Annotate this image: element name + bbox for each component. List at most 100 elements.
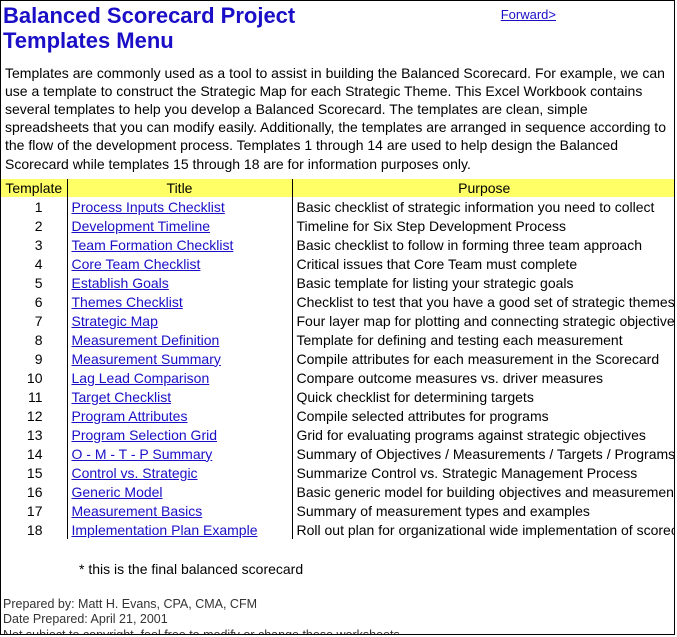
template-title-cell: Core Team Checklist xyxy=(67,254,292,273)
templates-table: Template Title Purpose 1 Process Inputs C… xyxy=(1,179,675,539)
prepared-by: Prepared by: Matt H. Evans, CPA, CMA, CF… xyxy=(3,597,674,613)
template-title-cell: Program Selection Grid xyxy=(67,425,292,444)
template-purpose: Grid for evaluating programs against str… xyxy=(292,425,675,444)
template-title-cell: Team Formation Checklist xyxy=(67,235,292,254)
template-number: 12 xyxy=(1,406,67,425)
header-row: Balanced Scorecard Project Templates Men… xyxy=(1,1,674,54)
template-number: 10 xyxy=(1,368,67,387)
template-link[interactable]: Implementation Plan Example xyxy=(72,522,258,538)
template-number: 9 xyxy=(1,349,67,368)
template-link[interactable]: Target Checklist xyxy=(72,389,172,405)
table-row: 3 Team Formation Checklist Basic checklist… xyxy=(1,235,675,254)
template-link[interactable]: Process Inputs Checklist xyxy=(72,199,225,215)
template-title-cell: Lag Lead Comparison xyxy=(67,368,292,387)
table-row: 7 Strategic Map Four layer map for plottin… xyxy=(1,311,675,330)
template-link[interactable]: Team Formation Checklist xyxy=(72,237,234,253)
template-title-cell: Target Checklist xyxy=(67,387,292,406)
template-title-cell: Control vs. Strategic xyxy=(67,463,292,482)
template-number: 18 xyxy=(1,520,67,539)
prepared-date: Date Prepared: April 21, 2001 xyxy=(3,612,674,628)
template-title-cell: Measurement Definition xyxy=(67,330,292,349)
template-purpose: Summarize Control vs. Strategic Manageme… xyxy=(292,463,675,482)
worksheet: Balanced Scorecard Project Templates Men… xyxy=(0,0,675,635)
table-row: 1 Process Inputs Checklist Basic checklist… xyxy=(1,197,675,216)
table-row: 10 Lag Lead Comparison Compare outcome mea… xyxy=(1,368,675,387)
template-purpose: Timeline for Six Step Development Proces… xyxy=(292,216,675,235)
table-row: 5 Establish Goals Basic template for listi… xyxy=(1,273,675,292)
template-purpose: Basic generic model for building objecti… xyxy=(292,482,675,501)
table-header-row: Template Title Purpose xyxy=(1,179,675,197)
table-row: 9 Measurement Summary Compile attributes f… xyxy=(1,349,675,368)
template-link[interactable]: Lag Lead Comparison xyxy=(72,370,210,386)
template-number: 4 xyxy=(1,254,67,273)
template-link[interactable]: Program Selection Grid xyxy=(72,427,218,443)
template-link[interactable]: Program Attributes xyxy=(72,408,188,424)
table-row: 14 O - M - T - P Summary Summary of Object… xyxy=(1,444,675,463)
template-title-cell: Generic Model xyxy=(67,482,292,501)
template-purpose: Compile selected attributes for programs xyxy=(292,406,675,425)
template-purpose: Four layer map for plotting and connecti… xyxy=(292,311,675,330)
table-row: 12 Program Attributes Compile selected att… xyxy=(1,406,675,425)
template-purpose: Compile attributes for each measurement … xyxy=(292,349,675,368)
template-title-cell: Program Attributes xyxy=(67,406,292,425)
template-number: 11 xyxy=(1,387,67,406)
template-title-cell: Themes Checklist xyxy=(67,292,292,311)
template-purpose: Compare outcome measures vs. driver meas… xyxy=(292,368,675,387)
template-title-cell: Development Timeline xyxy=(67,216,292,235)
template-number: 5 xyxy=(1,273,67,292)
prepared-disclaimer: Not subject to copyright, feel free to m… xyxy=(3,628,674,635)
template-link[interactable]: Strategic Map xyxy=(72,313,158,329)
table-row: 2 Development Timeline Timeline for Six St… xyxy=(1,216,675,235)
col-header-title: Title xyxy=(67,179,292,197)
table-row: 18 Implementation Plan Example Roll out pl… xyxy=(1,520,675,539)
template-title-cell: Implementation Plan Example xyxy=(67,520,292,539)
template-number: 2 xyxy=(1,216,67,235)
title-line-2: Templates Menu xyxy=(3,28,174,53)
table-row: 6 Themes Checklist Checklist to test that … xyxy=(1,292,675,311)
template-title-cell: Strategic Map xyxy=(67,311,292,330)
template-title-cell: Process Inputs Checklist xyxy=(67,197,292,216)
table-row: 13Program Selection GridGrid for evaluat… xyxy=(1,425,675,444)
template-purpose: Basic template for listing your strategi… xyxy=(292,273,675,292)
template-number: 17 xyxy=(1,501,67,520)
template-purpose: Quick checklist for determining targets xyxy=(292,387,675,406)
intro-paragraph: Templates are commonly used as a tool to… xyxy=(1,54,674,179)
template-purpose: Checklist to test that you have a good s… xyxy=(292,292,675,311)
template-purpose: Summary of measurement types and example… xyxy=(292,501,675,520)
table-row: 17 Measurement Basics Summary of measureme… xyxy=(1,501,675,520)
template-link[interactable]: Control vs. Strategic xyxy=(72,465,198,481)
template-number: 1 xyxy=(1,197,67,216)
template-number: 7 xyxy=(1,311,67,330)
template-link[interactable]: Themes Checklist xyxy=(72,294,183,310)
template-title-cell: O - M - T - P Summary xyxy=(67,444,292,463)
template-purpose: Summary of Objectives / Measurements / T… xyxy=(292,444,675,463)
template-link[interactable]: Generic Model xyxy=(72,484,163,500)
col-header-number: Template xyxy=(1,179,67,197)
table-row: 15 Control vs. Strategic Summarize Control… xyxy=(1,463,675,482)
template-number: 6 xyxy=(1,292,67,311)
forward-link[interactable]: Forward> xyxy=(501,3,674,22)
template-purpose: Basic checklist of strategic information… xyxy=(292,197,675,216)
template-number: 16 xyxy=(1,482,67,501)
template-purpose: Basic checklist to follow in forming thr… xyxy=(292,235,675,254)
template-link[interactable]: Measurement Definition xyxy=(72,332,220,348)
template-link[interactable]: Measurement Basics xyxy=(72,503,203,519)
col-header-purpose: Purpose xyxy=(292,179,675,197)
template-number: 14 xyxy=(1,444,67,463)
template-link[interactable]: Development Timeline xyxy=(72,218,211,234)
template-purpose: Template for defining and testing each m… xyxy=(292,330,675,349)
table-row: 4Core Team ChecklistCritical issues that… xyxy=(1,254,675,273)
template-link[interactable]: Establish Goals xyxy=(72,275,169,291)
prepared-block: Prepared by: Matt H. Evans, CPA, CMA, CF… xyxy=(1,577,674,635)
template-number: 15 xyxy=(1,463,67,482)
page-title: Balanced Scorecard Project Templates Men… xyxy=(3,3,295,54)
template-link[interactable]: O - M - T - P Summary xyxy=(72,446,213,462)
template-title-cell: Establish Goals xyxy=(67,273,292,292)
template-purpose: Roll out plan for organizational wide im… xyxy=(292,520,675,539)
template-link[interactable]: Measurement Summary xyxy=(72,351,221,367)
title-line-1: Balanced Scorecard Project xyxy=(3,3,295,28)
template-link[interactable]: Core Team Checklist xyxy=(72,256,201,272)
template-number: 3 xyxy=(1,235,67,254)
template-title-cell: Measurement Summary xyxy=(67,349,292,368)
table-row: 16 Generic Model Basic generic model for b… xyxy=(1,482,675,501)
